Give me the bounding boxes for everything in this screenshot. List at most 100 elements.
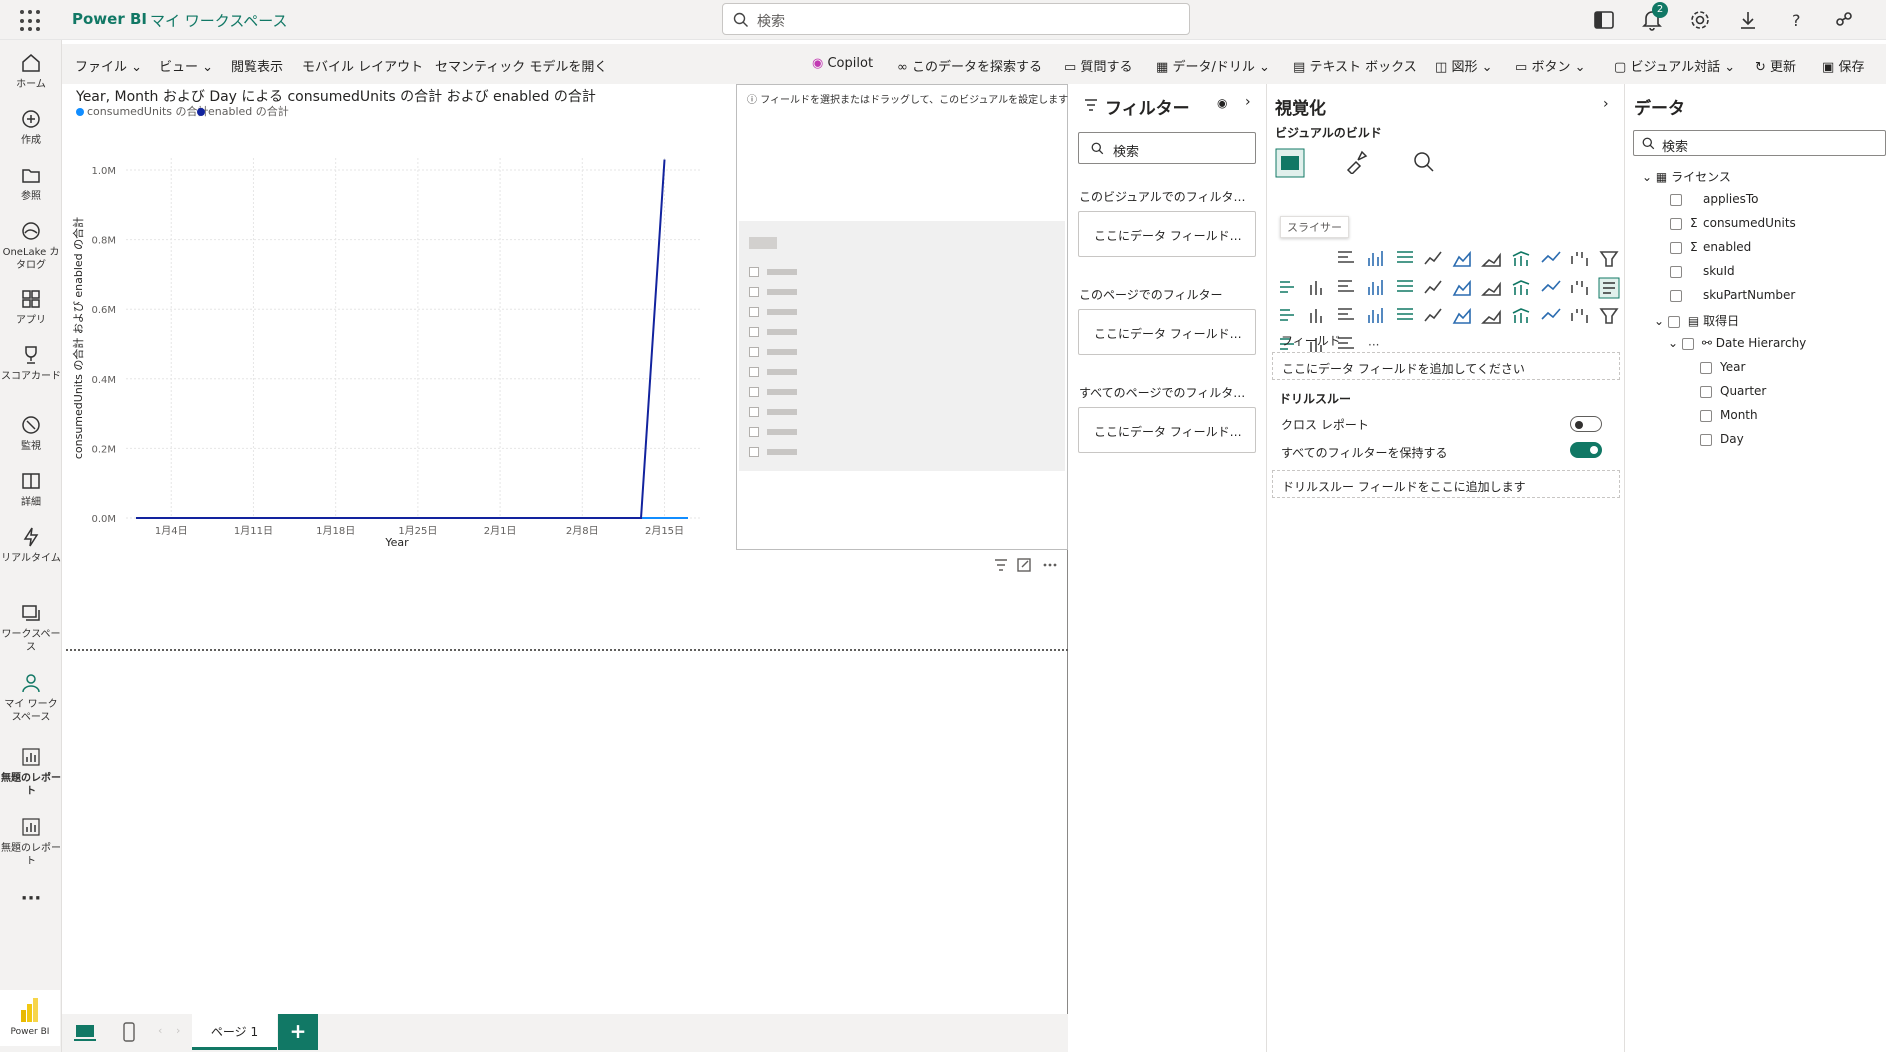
powerbi-logo[interactable]: Power BI xyxy=(0,990,60,1046)
python-visual-icon[interactable] xyxy=(1365,305,1387,327)
table-checkbox[interactable] xyxy=(1667,315,1680,328)
keep-filters-toggle[interactable] xyxy=(1570,442,1602,458)
visual-filter-drop[interactable]: ここにデータ フィールド… xyxy=(1078,211,1256,257)
field-enabled[interactable]: Σenabled xyxy=(1670,240,1751,254)
clustered-bar-icon[interactable] xyxy=(1335,248,1357,270)
field-checkbox[interactable] xyxy=(1700,433,1712,446)
kpi-icon[interactable] xyxy=(1569,277,1591,299)
scatter-icon[interactable] xyxy=(1277,277,1299,299)
ask-question-button[interactable]: ▭ 質問する xyxy=(1064,56,1132,75)
desktop-layout-icon[interactable] xyxy=(74,1024,96,1042)
data-drill-button[interactable]: ▦ データ/ドリル ⌄ xyxy=(1156,56,1270,75)
app-launcher-icon[interactable] xyxy=(20,10,42,32)
gauge-icon[interactable] xyxy=(1481,277,1503,299)
field-consumedunits[interactable]: ΣconsumedUnits xyxy=(1670,216,1796,230)
drillthrough-drop[interactable]: ドリルスルー フィールドをここに追加します xyxy=(1272,470,1620,498)
field-appliesto[interactable]: appliesTo xyxy=(1670,192,1759,206)
open-semantic-model-button[interactable]: セマンティック モデルを開く xyxy=(435,56,607,75)
all-pages-filter-drop[interactable]: ここにデータ フィールド… xyxy=(1078,407,1256,453)
cross-report-toggle[interactable] xyxy=(1570,416,1602,432)
legend-item-enabled[interactable]: enabled の合計 xyxy=(197,103,289,119)
workspace-name[interactable]: マイ ワークスペース xyxy=(150,10,288,31)
line-icon[interactable] xyxy=(1423,248,1445,270)
multirow-card-icon[interactable] xyxy=(1540,277,1562,299)
page-filter-drop[interactable]: ここにデータ フィールド… xyxy=(1078,309,1256,355)
nav-report-2[interactable]: 無題のレポート xyxy=(0,816,62,868)
field-checkbox[interactable] xyxy=(1700,385,1712,398)
settings-icon[interactable] xyxy=(1688,8,1712,32)
panel-toggle-icon[interactable] xyxy=(1592,8,1616,32)
filled-map-icon[interactable] xyxy=(1423,277,1445,299)
nav-scorecard[interactable]: スコアカード xyxy=(0,344,62,383)
copilot-button[interactable]: ◉ Copilot xyxy=(812,56,873,71)
field-checkbox[interactable] xyxy=(1700,409,1712,422)
report-canvas[interactable]: Year, Month および Day による consumedUnits の合… xyxy=(62,84,1068,1014)
map-icon[interactable] xyxy=(1394,277,1416,299)
nav-browse[interactable]: 参照 xyxy=(0,164,62,203)
reading-view-button[interactable]: 閲覧表示 xyxy=(231,56,283,75)
add-page-button[interactable]: + xyxy=(278,1014,318,1050)
nav-apps[interactable]: アプリ xyxy=(0,288,62,327)
field-checkbox[interactable] xyxy=(1670,193,1682,206)
brand-name[interactable]: Power BI xyxy=(72,10,147,28)
field-checkbox[interactable] xyxy=(1700,361,1712,374)
page-tab[interactable]: ページ 1 xyxy=(192,1014,277,1050)
share-icon[interactable] xyxy=(1832,8,1856,32)
narrative-icon[interactable] xyxy=(1481,305,1503,327)
field-checkbox[interactable] xyxy=(1670,265,1682,278)
help-icon[interactable]: ? xyxy=(1784,8,1808,32)
paginated-icon[interactable] xyxy=(1511,305,1533,327)
visual-dialog-button[interactable]: ▢ ビジュアル対話 ⌄ xyxy=(1614,56,1735,75)
nav-home[interactable]: ホーム xyxy=(0,52,62,91)
save-button[interactable]: ▣ 保存 xyxy=(1822,56,1864,75)
legend-item-consumedunits[interactable]: consumedUnits の合計 xyxy=(76,103,209,119)
menu-file[interactable]: ファイル ⌄ xyxy=(75,56,142,75)
data-search-input[interactable]: 検索 xyxy=(1633,130,1886,156)
100-bar-icon[interactable] xyxy=(1394,248,1416,270)
power-automate-icon[interactable] xyxy=(1598,305,1620,327)
hierarchy-year[interactable]: Year xyxy=(1700,360,1745,374)
nav-monitor[interactable]: 監視 xyxy=(0,414,62,453)
buttons-button[interactable]: ▭ ボタン ⌄ xyxy=(1515,56,1585,75)
download-icon[interactable] xyxy=(1736,8,1760,32)
r-visual-icon[interactable] xyxy=(1335,305,1357,327)
slicer-icon[interactable] xyxy=(1598,277,1620,299)
analytics-tab-icon[interactable] xyxy=(1412,150,1436,174)
textbox-button[interactable]: ▤ テキスト ボックス xyxy=(1293,56,1417,75)
power-apps-icon[interactable] xyxy=(1569,305,1591,327)
fields-drop[interactable]: ここにデータ フィールドを追加してください xyxy=(1272,352,1620,380)
focus-mode-icon[interactable] xyxy=(1017,558,1031,572)
key-influencers-icon[interactable] xyxy=(1394,305,1416,327)
donut-icon[interactable] xyxy=(1335,277,1357,299)
refresh-button[interactable]: ↻ 更新 xyxy=(1755,56,1796,75)
card-icon[interactable] xyxy=(1511,277,1533,299)
line-column-icon[interactable] xyxy=(1511,248,1533,270)
date-hierarchy[interactable]: ⌄ ⚯ Date Hierarchy xyxy=(1668,336,1806,350)
explore-data-button[interactable]: ∞ このデータを探索する xyxy=(897,56,1042,75)
field-checkbox[interactable] xyxy=(1670,289,1682,302)
table-license[interactable]: ⌄ ▦ ライセンス xyxy=(1642,168,1731,185)
stacked-area-icon[interactable] xyxy=(1481,248,1503,270)
hierarchy-day[interactable]: Day xyxy=(1700,432,1744,446)
metrics-icon[interactable] xyxy=(1540,305,1562,327)
pie-icon[interactable] xyxy=(1306,277,1328,299)
filter-icon[interactable] xyxy=(995,559,1007,571)
field-checkbox[interactable] xyxy=(1670,241,1682,254)
hierarchy-quarter[interactable]: Quarter xyxy=(1700,384,1766,398)
more-options-icon[interactable] xyxy=(1043,563,1057,567)
waterfall-icon[interactable] xyxy=(1569,248,1591,270)
mobile-layout-button[interactable]: モバイル レイアウト xyxy=(302,56,423,75)
nav-report-1[interactable]: 無題のレポート xyxy=(0,746,62,798)
nav-learn[interactable]: 詳細 xyxy=(0,470,62,509)
clustered-column-icon[interactable] xyxy=(1365,248,1387,270)
shapes-button[interactable]: ◫ 図形 ⌄ xyxy=(1435,56,1492,75)
qa-icon[interactable] xyxy=(1452,305,1474,327)
nav-my-workspace[interactable]: マイ ワークスペース xyxy=(0,672,62,724)
funnel-icon[interactable] xyxy=(1598,248,1620,270)
matrix-icon[interactable] xyxy=(1306,305,1328,327)
nav-workspaces[interactable]: ワークスペース xyxy=(0,602,62,654)
filters-search-input[interactable]: 検索 xyxy=(1078,132,1256,164)
field-skupartnumber[interactable]: skuPartNumber xyxy=(1670,288,1795,302)
collapse-viz-icon[interactable]: › xyxy=(1603,96,1609,112)
nav-onelake[interactable]: OneLake カタログ xyxy=(0,220,62,272)
